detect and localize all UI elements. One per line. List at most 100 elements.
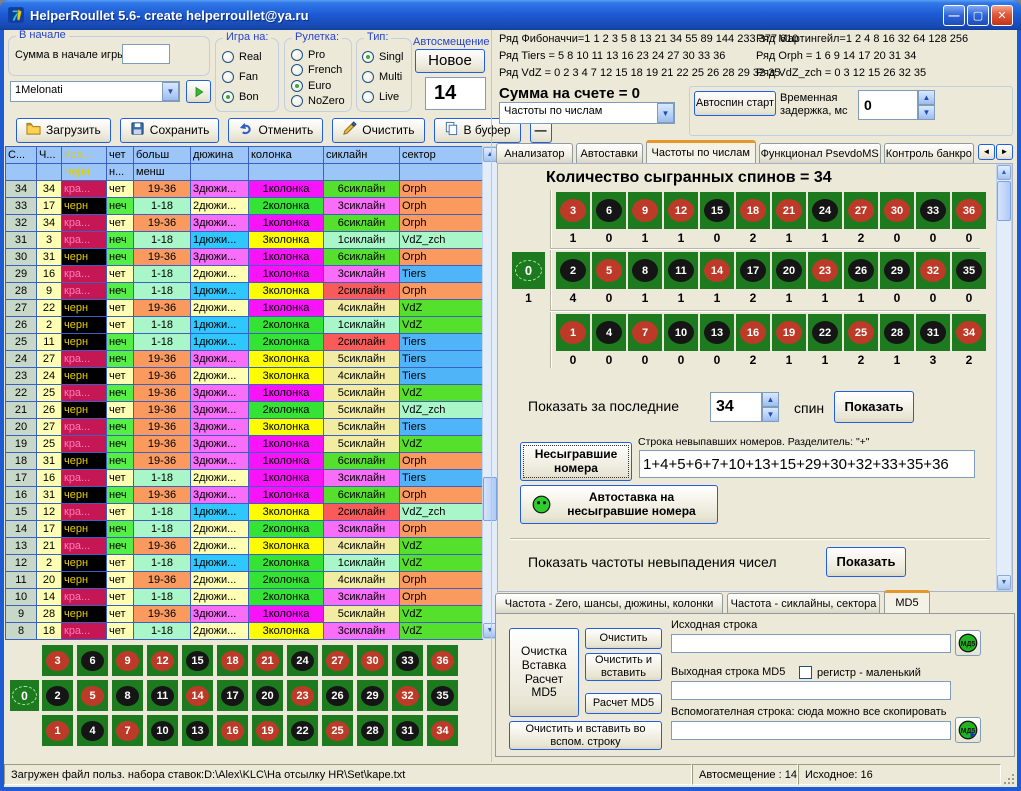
board-number[interactable]: 21 bbox=[252, 645, 283, 676]
tab-5[interactable]: Контроль банкро bbox=[884, 143, 974, 163]
column-header[interactable]: сектор bbox=[400, 147, 483, 164]
table-row[interactable]: 1014кра...чет1-182дюжи...2колонка3сиклай… bbox=[6, 589, 483, 606]
scroll-up-icon[interactable]: ▲ bbox=[997, 165, 1011, 180]
resize-grip[interactable] bbox=[1001, 764, 1015, 785]
chevron-down-icon[interactable]: ▼ bbox=[162, 82, 179, 101]
radio-icon[interactable] bbox=[362, 91, 374, 103]
radio-option-multi[interactable]: Multi bbox=[362, 71, 409, 83]
register-checkbox[interactable] bbox=[799, 666, 812, 679]
board-number[interactable]: 5 bbox=[77, 680, 108, 711]
md5-source-input[interactable] bbox=[671, 634, 951, 653]
chevron-down-icon[interactable]: ▼ bbox=[657, 103, 674, 123]
autobet-unplayed-button[interactable]: Автоставка на несыгравшие номера bbox=[520, 485, 718, 524]
radio-option-french[interactable]: French bbox=[291, 64, 349, 76]
radio-icon[interactable] bbox=[291, 49, 303, 61]
column-header[interactable] bbox=[37, 164, 62, 181]
radio-icon[interactable] bbox=[291, 64, 303, 76]
minimize-button[interactable]: — bbox=[943, 5, 965, 26]
board-number[interactable]: 18 bbox=[217, 645, 248, 676]
column-header[interactable] bbox=[6, 164, 37, 181]
radio-option-bon[interactable]: Bon bbox=[222, 91, 276, 103]
md5-clear-paste-button[interactable]: Очистить и вставить bbox=[585, 653, 662, 681]
column-header[interactable]: колонка bbox=[249, 147, 324, 164]
title-bar[interactable]: 7 HelperRoullet 5.6- create helperroulle… bbox=[0, 0, 1021, 30]
table-row[interactable]: 1321кра...неч19-362дюжи...3колонка4сикла… bbox=[6, 538, 483, 555]
autospin-button[interactable]: Автоспин старт bbox=[694, 91, 776, 116]
table-row[interactable]: 1512кра...чет1-181дюжи...3колонка2сиклай… bbox=[6, 504, 483, 521]
board-number[interactable]: 15 bbox=[182, 645, 213, 676]
board-number[interactable]: 30 bbox=[357, 645, 388, 676]
tab-1[interactable]: Частота - Zero, шансы, дюжины, колонки bbox=[495, 593, 723, 613]
table-row[interactable]: 2225кра...неч19-363дюжи...1колонка5сикла… bbox=[6, 385, 483, 402]
table-row[interactable]: 1631черннеч19-363дюжи...1колонка6сиклайн… bbox=[6, 487, 483, 504]
radio-icon[interactable] bbox=[222, 91, 234, 103]
radio-icon[interactable] bbox=[291, 95, 303, 107]
radio-icon[interactable] bbox=[222, 51, 234, 63]
board-number[interactable]: 23 bbox=[287, 680, 318, 711]
column-header[interactable] bbox=[191, 164, 249, 181]
toolbar-button-2[interactable]: Сохранить bbox=[120, 118, 220, 143]
board-number[interactable]: 27 bbox=[322, 645, 353, 676]
panel-scroll-thumb[interactable] bbox=[997, 181, 1011, 221]
md5-run-button[interactable]: МД5 bbox=[955, 630, 981, 656]
board-number[interactable]: 19 bbox=[252, 715, 283, 746]
radio-option-singl[interactable]: Singl bbox=[362, 51, 409, 63]
board-number[interactable]: 13 bbox=[182, 715, 213, 746]
tab-scroll-right-icon[interactable]: ► bbox=[996, 144, 1013, 160]
show-button[interactable]: Показать bbox=[834, 391, 914, 423]
table-row[interactable]: 313кра...неч1-181дюжи...3колонка1сиклайн… bbox=[6, 232, 483, 249]
column-header[interactable]: Ч... bbox=[37, 147, 62, 164]
preset-combobox[interactable]: 1Melonati ▼ bbox=[10, 81, 180, 102]
play-button[interactable] bbox=[186, 80, 211, 103]
board-number[interactable]: 14 bbox=[182, 680, 213, 711]
board-number[interactable]: 25 bbox=[322, 715, 353, 746]
board-number[interactable]: 26 bbox=[322, 680, 353, 711]
md5-out-input[interactable] bbox=[671, 681, 951, 700]
tab-2[interactable]: Автоставки bbox=[576, 143, 643, 163]
column-header[interactable]: чет bbox=[107, 147, 134, 164]
md5-big-button[interactable]: Очистка Вставка Расчет MD5 bbox=[509, 628, 579, 717]
board-number[interactable]: 33 bbox=[392, 645, 423, 676]
board-number[interactable]: 17 bbox=[217, 680, 248, 711]
table-row[interactable]: 1925кра...неч19-363дюжи...1колонка5сикла… bbox=[6, 436, 483, 453]
spin-up-icon[interactable]: ▲ bbox=[762, 392, 779, 407]
md5-aux-input[interactable] bbox=[671, 721, 951, 740]
close-button[interactable]: ✕ bbox=[991, 5, 1013, 26]
table-row[interactable]: 2722чернчет19-362дюжи...1колонка4сиклайн… bbox=[6, 300, 483, 317]
board-number[interactable]: 16 bbox=[217, 715, 248, 746]
radio-option-pro[interactable]: Pro bbox=[291, 49, 349, 61]
column-header[interactable]: дюжина bbox=[191, 147, 249, 164]
table-row[interactable]: 3317черннеч1-182дюжи...2колонка3сиклайнO… bbox=[6, 198, 483, 215]
scroll-down-icon[interactable]: ▼ bbox=[997, 575, 1011, 590]
board-number[interactable]: 36 bbox=[427, 645, 458, 676]
mode-combobox[interactable]: Частоты по числам ▼ bbox=[499, 102, 675, 124]
board-number[interactable]: 4 bbox=[77, 715, 108, 746]
unplayed-string-input[interactable] bbox=[639, 450, 975, 478]
board-number[interactable]: 28 bbox=[357, 715, 388, 746]
table-row[interactable]: 818кра...чет1-182дюжи...3колонка3сиклайн… bbox=[6, 623, 483, 640]
table-row[interactable]: 2511черннеч1-181дюжи...2колонка2сиклайнT… bbox=[6, 334, 483, 351]
radio-option-nozero[interactable]: NoZero bbox=[291, 95, 349, 107]
toolbar-button-1[interactable]: Загрузить bbox=[16, 118, 111, 143]
column-header[interactable]: больш bbox=[134, 147, 191, 164]
table-row[interactable]: 289кра...неч1-181дюжи...3колонка2сиклайн… bbox=[6, 283, 483, 300]
radio-option-euro[interactable]: Euro bbox=[291, 80, 349, 92]
board-number[interactable]: 3 bbox=[42, 645, 73, 676]
board-number[interactable]: 35 bbox=[427, 680, 458, 711]
tab-3[interactable]: MD5 bbox=[884, 590, 930, 613]
column-header[interactable] bbox=[400, 164, 483, 181]
tab-scroll-left-icon[interactable]: ◄ bbox=[978, 144, 995, 160]
board-number[interactable]: 12 bbox=[147, 645, 178, 676]
tab-2[interactable]: Частота - сиклайны, сектора bbox=[727, 593, 880, 613]
column-header[interactable]: Кра... bbox=[62, 147, 107, 164]
board-number[interactable]: 2 bbox=[42, 680, 73, 711]
radio-option-real[interactable]: Real bbox=[222, 51, 276, 63]
board-number[interactable]: 22 bbox=[287, 715, 318, 746]
radio-option-fan[interactable]: Fan bbox=[222, 71, 276, 83]
unplayed-numbers-button[interactable]: Несыгравшие номера bbox=[520, 442, 632, 481]
table-row[interactable]: 2427кра...неч19-363дюжи...3колонка5сикла… bbox=[6, 351, 483, 368]
radio-icon[interactable] bbox=[362, 71, 374, 83]
spin-down-icon[interactable]: ▼ bbox=[918, 105, 935, 120]
delay-value[interactable]: 0 bbox=[858, 90, 918, 120]
table-row[interactable]: 2916кра...чет1-182дюжи...1колонка3сиклай… bbox=[6, 266, 483, 283]
